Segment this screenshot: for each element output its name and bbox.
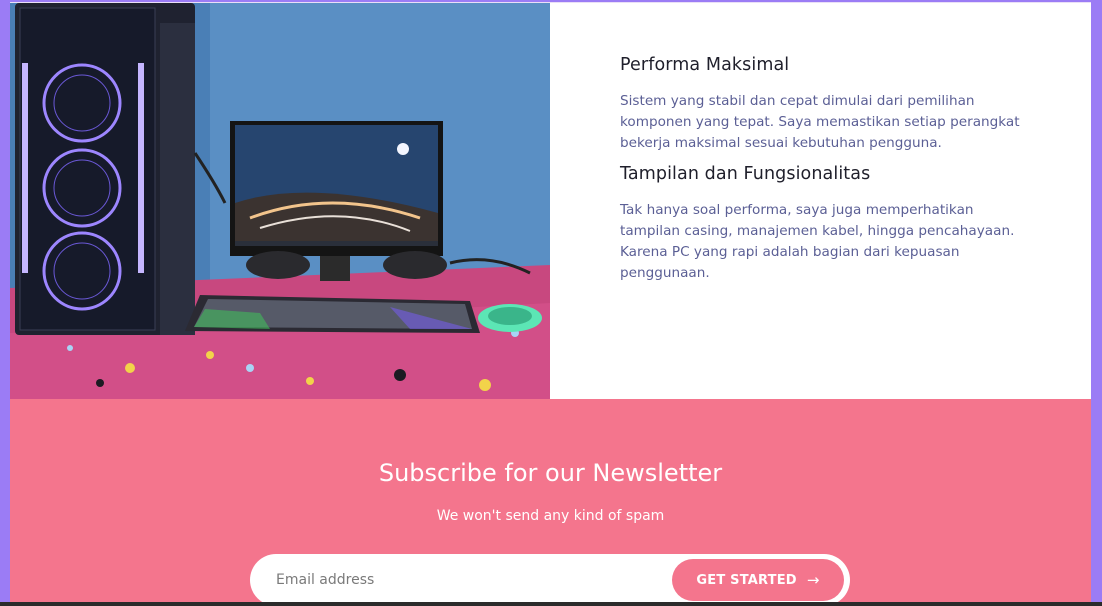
arrow-right-icon: → [806, 571, 820, 589]
newsletter-form: GET STARTED → [250, 554, 850, 603]
newsletter-title: Subscribe for our Newsletter [378, 459, 723, 487]
newsletter-section: Subscribe for our Newsletter We won't se… [10, 399, 1091, 603]
feature-text-appearance: Tak hanya soal performa, saya juga mempe… [620, 202, 1015, 281]
get-started-button[interactable]: GET STARTED → [672, 559, 844, 601]
get-started-label: GET STARTED [696, 572, 797, 588]
feature-copy: Performa Maksimal Sistem yang stabil dan… [620, 55, 1020, 294]
page: Performa Maksimal Sistem yang stabil dan… [10, 2, 1091, 603]
window-bottom-edge [0, 602, 1102, 606]
feature-title-appearance: Tampilan dan Fungsionalitas [620, 164, 871, 184]
pc-setup-photo [10, 3, 550, 399]
email-input[interactable] [274, 566, 658, 594]
feature-text-performance: Sistem yang stabil dan cepat dimulai dar… [620, 93, 1020, 151]
feature-title-performance: Performa Maksimal [620, 55, 790, 75]
newsletter-subtitle: We won't send any kind of spam [436, 508, 665, 524]
